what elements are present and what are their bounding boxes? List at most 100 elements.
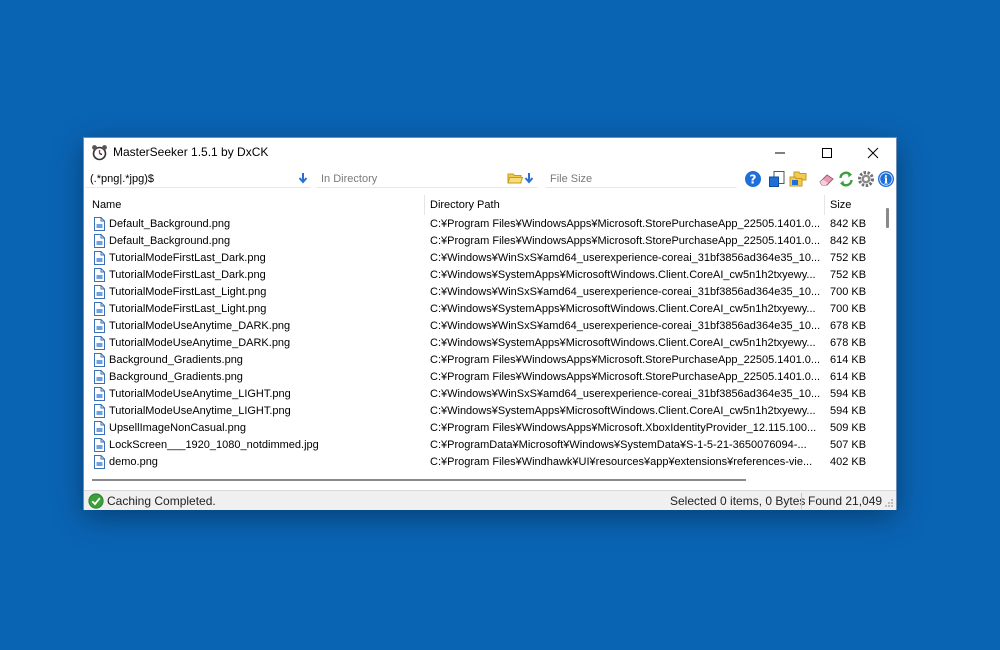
table-row[interactable]: TutorialModeUseAnytime_DARK.png C:¥Window… [86, 318, 881, 335]
file-size: 594 KB [830, 388, 867, 400]
file-icon [94, 421, 105, 435]
minimize-icon [775, 152, 785, 153]
file-icon [94, 319, 105, 333]
file-name: TutorialModeUseAnytime_DARK.png [109, 337, 291, 349]
file-name: Background_Gradients.png [109, 371, 243, 383]
file-name: Background_Gradients.png [109, 354, 243, 366]
directory-path: C:¥Program Files¥Windhawk¥UI¥resources¥a… [430, 456, 813, 468]
table-row[interactable]: TutorialModeFirstLast_Dark.png C:¥Windows… [86, 267, 881, 284]
file-size: 700 KB [830, 303, 867, 315]
table-row[interactable]: UpsellImageNonCasual.png C:¥Program Files… [86, 420, 881, 437]
table-row[interactable]: TutorialModeUseAnytime_DARK.png C:¥Window… [86, 335, 881, 352]
title-bar[interactable]: MasterSeeker 1.5.1 by DxCK [84, 138, 896, 167]
file-name: Default_Background.png [109, 235, 231, 247]
alarm-clock-icon [92, 145, 107, 161]
horizontal-scroll-thumb[interactable] [92, 479, 746, 481]
file-size: 507 KB [830, 439, 867, 451]
file-icon [94, 251, 105, 265]
column-header-name[interactable]: Name [86, 194, 424, 215]
search-input[interactable]: (.*png|.*jpg)$ [85, 169, 311, 188]
file-name: LockScreen___1920_1080_notdimmed.jpg [109, 439, 319, 451]
directory-path: C:¥Windows¥SystemApps¥MicrosoftWindows.C… [430, 303, 816, 315]
directory-path: C:¥Program Files¥WindowsApps¥Microsoft.S… [430, 354, 820, 366]
directory-path: C:¥Windows¥WinSxS¥amd64_userexperience-c… [430, 388, 820, 400]
resize-grip-icon[interactable] [884, 498, 894, 508]
file-size-input[interactable]: File Size [545, 169, 737, 188]
column-header-directory-path[interactable]: Directory Path [424, 194, 824, 215]
directory-input[interactable]: In Directory [316, 169, 538, 188]
status-message: Caching Completed. [107, 494, 216, 508]
maximize-icon [822, 147, 832, 158]
file-name: TutorialModeFirstLast_Light.png [109, 286, 267, 298]
found-count: Found 21,049 [808, 494, 883, 508]
directory-path: C:¥Windows¥SystemApps¥MicrosoftWindows.C… [430, 269, 816, 281]
directory-path: C:¥Program Files¥WindowsApps¥Microsoft.X… [430, 422, 817, 434]
file-name: TutorialModeFirstLast_Dark.png [109, 252, 266, 264]
check-circle-icon [88, 493, 104, 509]
table-row[interactable]: TutorialModeUseAnytime_LIGHT.png C:¥Windo… [86, 403, 881, 420]
file-size: 678 KB [830, 320, 867, 332]
file-name: Default_Background.png [109, 218, 231, 230]
file-size: 509 KB [830, 422, 867, 434]
table-row[interactable]: TutorialModeFirstLast_Light.png C:¥Window… [86, 284, 881, 301]
help-icon[interactable]: ? [744, 170, 762, 188]
folder-open-icon[interactable] [507, 171, 523, 185]
file-icon [94, 455, 105, 469]
file-icon [94, 217, 105, 231]
settings-icon[interactable] [857, 170, 875, 188]
vertical-scroll-thumb[interactable] [886, 208, 889, 228]
directory-path: C:¥Program Files¥WindowsApps¥Microsoft.S… [430, 218, 820, 230]
folder-copy-icon[interactable] [789, 170, 807, 188]
file-name: demo.png [109, 456, 158, 468]
directory-path: C:¥ProgramData¥Microsoft¥Windows¥SystemD… [430, 439, 807, 451]
refresh-icon[interactable] [837, 170, 855, 188]
file-size: 614 KB [830, 354, 867, 366]
table-row[interactable]: TutorialModeUseAnytime_LIGHT.png C:¥Windo… [86, 386, 881, 403]
file-icon [94, 234, 105, 248]
eraser-icon[interactable] [818, 170, 836, 188]
select-all-icon[interactable] [768, 170, 786, 188]
table-row[interactable]: Background_Gradients.png C:¥Program Files… [86, 352, 881, 369]
arrow-down-icon[interactable] [296, 171, 310, 185]
file-name: TutorialModeUseAnytime_DARK.png [109, 320, 291, 332]
file-name: TutorialModeFirstLast_Dark.png [109, 269, 266, 281]
table-row[interactable]: LockScreen___1920_1080_notdimmed.jpg C:¥P… [86, 437, 881, 454]
file-icon [94, 268, 105, 282]
maximize-button[interactable] [804, 138, 850, 167]
svg-text:i: i [884, 174, 888, 187]
list-header: Name Directory Path Size [86, 194, 881, 215]
directory-path: C:¥Program Files¥WindowsApps¥Microsoft.S… [430, 371, 820, 383]
window-title: MasterSeeker 1.5.1 by DxCK [113, 145, 269, 159]
status-bar: Caching Completed. Selected 0 items, 0 B… [84, 490, 896, 510]
search-toolbar: (.*png|.*jpg)$ In Directory File Size ? [84, 167, 896, 191]
file-name: TutorialModeFirstLast_Light.png [109, 303, 267, 315]
table-row[interactable]: Default_Background.png C:¥Program Files¥W… [86, 233, 881, 250]
selection-summary: Selected 0 items, 0 Bytes [670, 494, 806, 508]
file-name: UpsellImageNonCasual.png [109, 422, 246, 434]
results-list[interactable]: Name Directory Path Size Default_Backgro… [86, 192, 881, 487]
table-row[interactable]: TutorialModeFirstLast_Light.png C:¥Window… [86, 301, 881, 318]
file-name: TutorialModeUseAnytime_LIGHT.png [109, 405, 291, 417]
table-row[interactable]: demo.png C:¥Program Files¥Windhawk¥UI¥res… [86, 454, 881, 471]
masterseeker-window: MasterSeeker 1.5.1 by DxCK (.*png|.*jpg)… [83, 137, 897, 510]
directory-path: C:¥Windows¥WinSxS¥amd64_userexperience-c… [430, 320, 820, 332]
info-icon[interactable]: i [877, 170, 895, 188]
table-row[interactable]: Default_Background.png C:¥Program Files¥W… [86, 216, 881, 233]
table-row[interactable]: TutorialModeFirstLast_Dark.png C:¥Windows… [86, 250, 881, 267]
file-size: 678 KB [830, 337, 867, 349]
arrow-down-icon[interactable] [523, 171, 535, 185]
minimize-button[interactable] [757, 138, 803, 167]
horizontal-scrollbar[interactable] [86, 472, 881, 486]
file-size: 842 KB [830, 235, 867, 247]
vertical-scrollbar[interactable] [881, 192, 896, 470]
table-row[interactable]: Background_Gradients.png C:¥Program Files… [86, 369, 881, 386]
directory-path: C:¥Windows¥SystemApps¥MicrosoftWindows.C… [430, 337, 816, 349]
file-size: 402 KB [830, 456, 867, 468]
file-icon [94, 285, 105, 299]
close-button[interactable] [850, 138, 896, 167]
directory-path: C:¥Program Files¥WindowsApps¥Microsoft.S… [430, 235, 820, 247]
file-icon [94, 353, 105, 367]
column-header-size[interactable]: Size [824, 194, 881, 215]
file-icon [94, 438, 105, 452]
file-icon [94, 370, 105, 384]
